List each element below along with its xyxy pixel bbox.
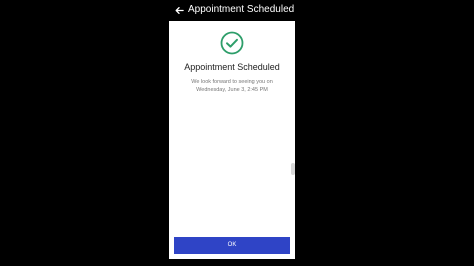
scroll-handle[interactable] bbox=[291, 163, 295, 175]
message-line-2: Wednesday, June 3, 2:45 PM bbox=[196, 87, 268, 93]
confirmation-card: Appointment Scheduled We look forward to… bbox=[169, 21, 295, 259]
confirmation-message: We look forward to seeing you on Wednesd… bbox=[173, 78, 291, 94]
confirmation-title: Appointment Scheduled bbox=[184, 62, 280, 72]
page-title: Appointment Scheduled bbox=[188, 4, 295, 15]
message-line-1: We look forward to seeing you on bbox=[191, 79, 273, 85]
app-screen: Appointment Scheduled Appointment Schedu… bbox=[0, 0, 474, 266]
ok-button[interactable]: OK bbox=[174, 237, 290, 254]
back-button[interactable] bbox=[172, 3, 186, 17]
check-circle-icon bbox=[220, 31, 244, 55]
app-bar: Appointment Scheduled bbox=[165, 0, 295, 20]
arrow-left-icon bbox=[175, 6, 184, 14]
